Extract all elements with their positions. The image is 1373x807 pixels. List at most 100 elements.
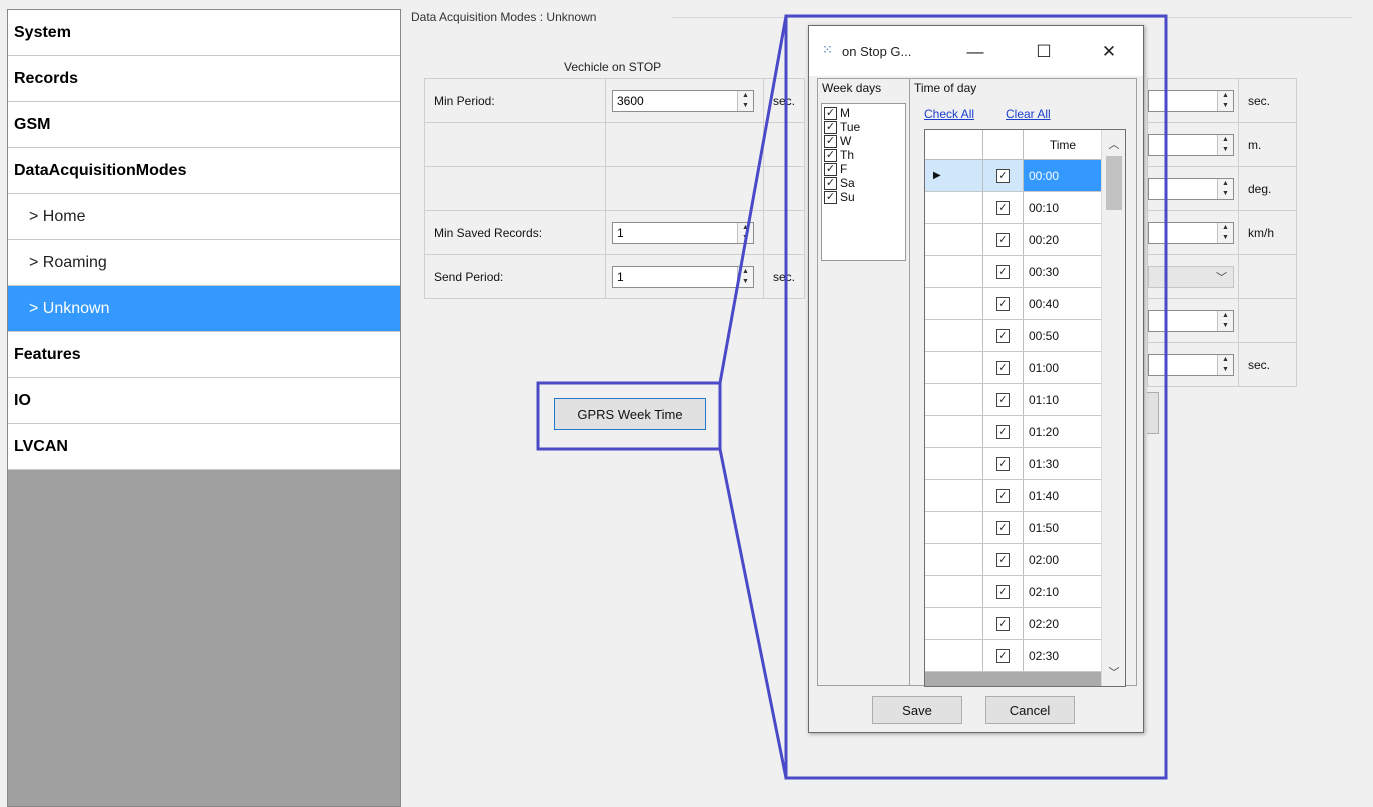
checkbox-checked-icon[interactable]: ✓ — [824, 120, 837, 134]
stepper-down-icon[interactable]: ▼ — [1218, 145, 1233, 155]
chevron-down-icon[interactable]: ﹀ — [1216, 269, 1227, 285]
checkbox-checked-icon[interactable]: ✓ — [824, 176, 837, 190]
table-row[interactable]: ✓ 01:40 — [925, 480, 1102, 512]
table-row[interactable]: ✓ 00:40 — [925, 288, 1102, 320]
stepper-down-icon[interactable]: ▼ — [738, 101, 753, 111]
send-period-stepper[interactable]: ▲▼ — [612, 265, 754, 288]
weekday-tuesday[interactable]: ✓ Tue — [822, 120, 905, 134]
table-row[interactable]: ▶ ✓ 00:00 — [925, 160, 1102, 192]
table-row[interactable]: ✓ 01:30 — [925, 448, 1102, 480]
right-stepper[interactable]: ▲ ▼ — [1148, 309, 1234, 332]
checkbox-checked-icon[interactable]: ✓ — [996, 392, 1010, 407]
right-combo[interactable]: ﹀ — [1148, 265, 1234, 288]
checkbox-checked-icon[interactable]: ✓ — [824, 106, 837, 120]
sidebar-item-roaming[interactable]: > Roaming — [8, 240, 400, 286]
table-row[interactable]: ✓ 01:20 — [925, 416, 1102, 448]
table-row[interactable]: ✓ 00:20 — [925, 224, 1102, 256]
weekday-friday[interactable]: ✓ F — [822, 162, 905, 176]
checkbox-checked-icon[interactable]: ✓ — [996, 648, 1010, 663]
checkbox-checked-icon[interactable]: ✓ — [996, 616, 1010, 631]
chevron-down-icon[interactable]: ﹀ — [1102, 664, 1125, 680]
sidebar-item-records[interactable]: Records — [8, 56, 400, 102]
gprs-week-time-button[interactable]: GPRS Week Time — [554, 398, 706, 430]
stepper-down-icon[interactable]: ▼ — [1218, 321, 1233, 331]
chevron-up-icon[interactable]: ︿ — [1102, 136, 1125, 152]
checkbox-checked-icon[interactable]: ✓ — [996, 264, 1010, 279]
checkbox-checked-icon[interactable]: ✓ — [824, 162, 837, 176]
sidebar-item-io[interactable]: IO — [8, 378, 400, 424]
stepper-up-icon[interactable]: ▲ — [1218, 91, 1233, 101]
stepper-down-icon[interactable]: ▼ — [1218, 189, 1233, 199]
sidebar-item-unknown[interactable]: > Unknown — [8, 286, 400, 332]
weekday-monday[interactable]: ✓ M — [822, 106, 905, 120]
sidebar-item-data-acquisition-modes[interactable]: DataAcquisitionModes — [8, 148, 400, 194]
right-stepper[interactable]: ▲ ▼ — [1148, 221, 1234, 244]
checkbox-checked-icon[interactable]: ✓ — [996, 584, 1010, 599]
min-saved-records-stepper[interactable]: ▲▼ — [612, 221, 754, 244]
checkbox-checked-icon[interactable]: ✓ — [996, 296, 1010, 311]
table-row[interactable]: ✓ 02:10 — [925, 576, 1102, 608]
stepper-down-icon[interactable]: ▼ — [738, 233, 753, 243]
checkbox-checked-icon[interactable]: ✓ — [996, 424, 1010, 439]
table-row[interactable]: ✓ 00:10 — [925, 192, 1102, 224]
stepper-down-icon[interactable]: ▼ — [1218, 365, 1233, 375]
checkbox-checked-icon[interactable]: ✓ — [996, 456, 1010, 471]
sidebar-item-system[interactable]: System — [8, 10, 400, 56]
partial-button[interactable] — [1147, 392, 1159, 434]
checkbox-checked-icon[interactable]: ✓ — [824, 134, 837, 148]
cancel-button[interactable]: Cancel — [985, 696, 1075, 724]
stepper-up-icon[interactable]: ▲ — [1218, 311, 1233, 321]
clear-all-link[interactable]: Clear All — [1006, 107, 1051, 121]
stepper-up-icon[interactable]: ▲ — [1218, 355, 1233, 365]
weekday-saturday[interactable]: ✓ Sa — [822, 176, 905, 190]
table-row[interactable]: ✓ 02:20 — [925, 608, 1102, 640]
checkbox-checked-icon[interactable]: ✓ — [996, 360, 1010, 375]
weekday-wednesday[interactable]: ✓ W — [822, 134, 905, 148]
table-row[interactable]: ✓ 01:00 — [925, 352, 1102, 384]
stepper-up-icon[interactable]: ▲ — [1218, 135, 1233, 145]
table-row[interactable]: ✓ 02:30 — [925, 640, 1102, 672]
checkbox-checked-icon[interactable]: ✓ — [996, 488, 1010, 503]
checkbox-checked-icon[interactable]: ✓ — [996, 232, 1010, 247]
checkbox-checked-icon[interactable]: ✓ — [824, 148, 837, 162]
table-row[interactable]: ✓ 01:10 — [925, 384, 1102, 416]
time-column-header[interactable]: Time — [1024, 130, 1102, 159]
stepper-up-icon[interactable]: ▲ — [1218, 179, 1233, 189]
min-period-input[interactable] — [613, 90, 737, 111]
checkbox-checked-icon[interactable]: ✓ — [824, 190, 837, 204]
stepper-up-icon[interactable]: ▲ — [738, 223, 753, 233]
right-stepper[interactable]: ▲ ▼ — [1148, 89, 1234, 112]
right-stepper[interactable]: ▲ ▼ — [1148, 353, 1234, 376]
weekday-sunday[interactable]: ✓ Su — [822, 190, 905, 204]
checkbox-checked-icon[interactable]: ✓ — [996, 168, 1010, 183]
maximize-icon[interactable]: ☐ — [1024, 37, 1064, 67]
checkbox-checked-icon[interactable]: ✓ — [996, 328, 1010, 343]
stepper-up-icon[interactable]: ▲ — [738, 91, 753, 101]
dialog-titlebar[interactable]: ⁙ on Stop G... — ☐ ✕ — [809, 26, 1143, 76]
stepper-up-icon[interactable]: ▲ — [738, 267, 753, 277]
checkbox-checked-icon[interactable]: ✓ — [996, 520, 1010, 535]
table-row[interactable]: ✓ 02:00 — [925, 544, 1102, 576]
stepper-down-icon[interactable]: ▼ — [1218, 101, 1233, 111]
vertical-scrollbar[interactable]: ︿ ﹀ — [1101, 130, 1125, 686]
table-row[interactable]: ✓ 00:30 — [925, 256, 1102, 288]
sidebar-item-gsm[interactable]: GSM — [8, 102, 400, 148]
sidebar-item-features[interactable]: Features — [8, 332, 400, 378]
check-all-link[interactable]: Check All — [924, 107, 974, 121]
min-period-stepper[interactable]: ▲▼ — [612, 89, 754, 112]
stepper-down-icon[interactable]: ▼ — [738, 277, 753, 287]
minimize-icon[interactable]: — — [955, 37, 995, 67]
stepper-up-icon[interactable]: ▲ — [1218, 223, 1233, 233]
right-stepper[interactable]: ▲ ▼ — [1148, 177, 1234, 200]
table-row[interactable]: ✓ 00:50 — [925, 320, 1102, 352]
close-icon[interactable]: ✕ — [1089, 37, 1129, 67]
send-period-input[interactable] — [613, 266, 737, 287]
checkbox-checked-icon[interactable]: ✓ — [996, 200, 1010, 215]
save-button[interactable]: Save — [872, 696, 962, 724]
min-saved-records-input[interactable] — [613, 222, 737, 243]
table-row[interactable]: ✓ 01:50 — [925, 512, 1102, 544]
scrollbar-thumb[interactable] — [1106, 156, 1122, 210]
checkbox-checked-icon[interactable]: ✓ — [996, 552, 1010, 567]
weekday-thursday[interactable]: ✓ Th — [822, 148, 905, 162]
sidebar-item-lvcan[interactable]: LVCAN — [8, 424, 400, 470]
